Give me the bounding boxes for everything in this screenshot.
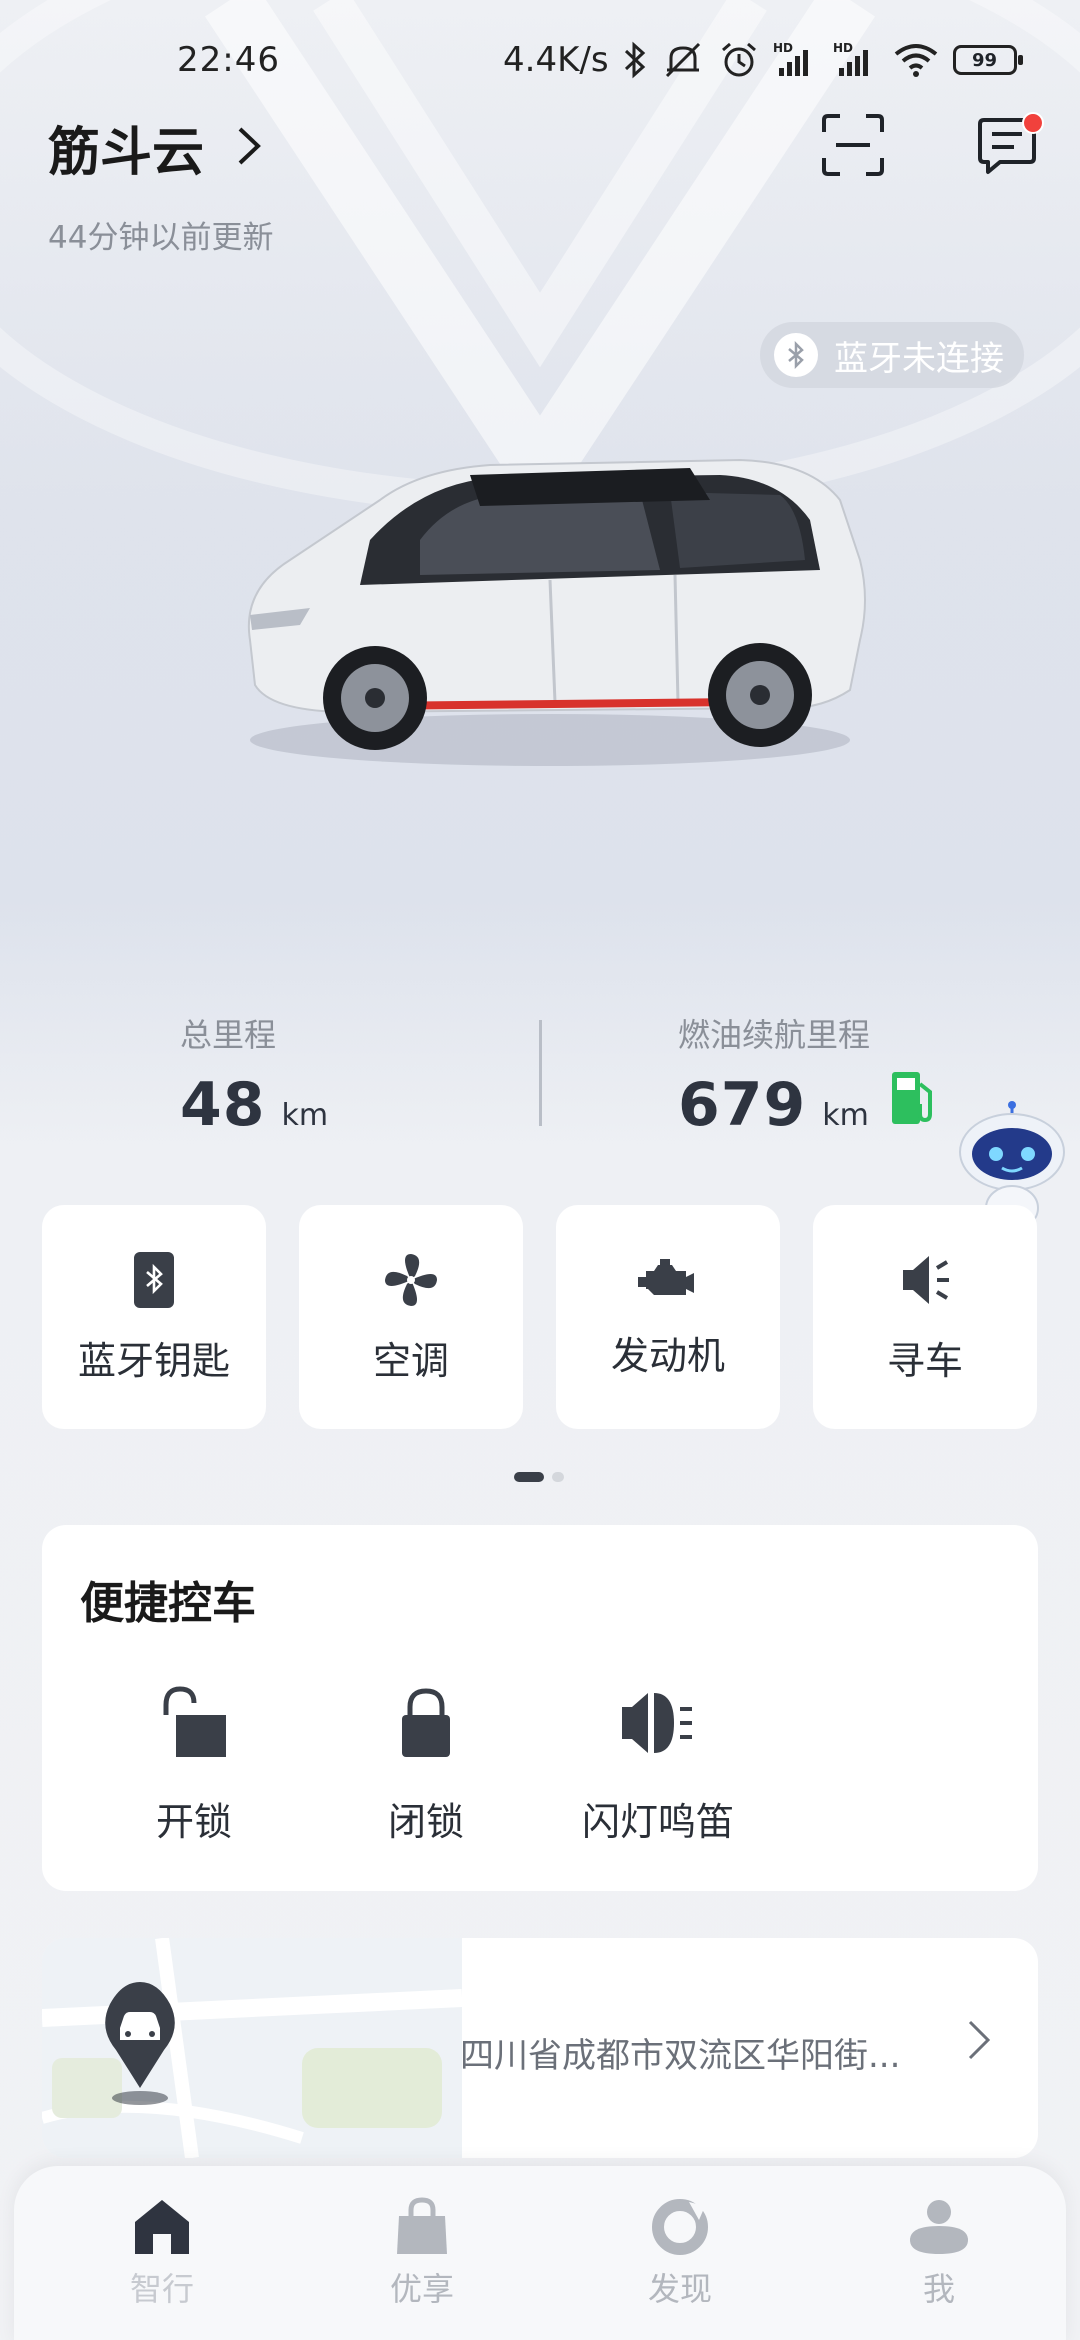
quick-control-card: 便捷控车 开锁 闭锁 闪灯鸣笛	[42, 1525, 1038, 1891]
fan-icon	[385, 1253, 437, 1306]
svg-text:HD: HD	[833, 41, 853, 55]
update-time: 44分钟以前更新	[48, 220, 274, 256]
car-image[interactable]	[220, 440, 880, 780]
nav-tab-me[interactable]: 我	[859, 2196, 1019, 2310]
mute-icon	[661, 40, 705, 80]
nav-tab-benefits[interactable]: 优享	[342, 2196, 502, 2310]
quick-engine[interactable]: 发动机	[556, 1205, 780, 1429]
bluetooth-key-icon	[134, 1251, 174, 1308]
shopping-bag-icon	[397, 2197, 447, 2254]
discover-icon	[652, 2199, 708, 2255]
total-mileage: 总里程 48 km	[180, 1010, 328, 1140]
quick-find-car-label: 寻车	[886, 1338, 963, 1383]
quick-air-conditioner[interactable]: 空调	[299, 1205, 523, 1429]
bottom-navigation: 智行 优享 发现 我	[14, 2166, 1066, 2340]
location-pin-icon	[90, 1976, 190, 2116]
bluetooth-icon	[774, 333, 818, 377]
chevron-right-icon	[966, 2018, 992, 2066]
svg-text:HD: HD	[773, 41, 793, 55]
fuel-range-unit: km	[822, 1098, 869, 1133]
bluetooth-icon	[623, 40, 647, 80]
page-indicator	[514, 1472, 564, 1482]
bluetooth-status-label: 蓝牙未连接	[834, 338, 1004, 379]
lock-button[interactable]: 闭锁	[336, 1685, 516, 1846]
scan-icon	[822, 114, 884, 176]
engine-icon	[638, 1258, 694, 1295]
quick-engine-label: 发动机	[610, 1333, 725, 1378]
horn-icon	[903, 1255, 949, 1304]
status-time: 22:46	[177, 40, 280, 80]
nav-tab-me-label: 我	[922, 2270, 955, 2308]
vehicle-location-card[interactable]: 四川省成都市双流区华阳街...	[42, 1938, 1038, 2158]
fuel-range: 燃油续航里程 679 km	[678, 1010, 870, 1140]
page-dot	[552, 1472, 564, 1482]
total-mileage-label: 总里程	[180, 1016, 277, 1054]
bluetooth-status-chip[interactable]: 蓝牙未连接	[760, 322, 1024, 388]
fuel-range-value: 679	[678, 1070, 807, 1140]
chevron-right-icon	[234, 123, 264, 173]
location-address: 四川省成都市双流区华阳街...	[460, 2036, 901, 2076]
fuel-pump-icon	[890, 1070, 938, 1130]
flash-honk-button[interactable]: 闪灯鸣笛	[568, 1685, 748, 1846]
flash-honk-label: 闪灯鸣笛	[581, 1800, 734, 1844]
quick-bluetooth-key-label: 蓝牙钥匙	[77, 1338, 230, 1383]
nav-tab-home[interactable]: 智行	[82, 2196, 242, 2310]
quick-bluetooth-key[interactable]: 蓝牙钥匙	[42, 1205, 266, 1429]
quick-find-car[interactable]: 寻车	[813, 1205, 1037, 1429]
quick-control-title: 便捷控车	[80, 1578, 256, 1629]
notification-badge	[1022, 112, 1044, 134]
wifi-icon	[893, 40, 939, 80]
quick-air-conditioner-label: 空调	[372, 1338, 449, 1383]
flash-honk-icon	[622, 1693, 692, 1753]
status-icons: 4.4K/s HD HD 99	[503, 38, 1023, 82]
lock-icon	[402, 1688, 450, 1757]
unlock-label: 开锁	[155, 1800, 232, 1844]
signal-2-icon: HD	[833, 40, 879, 80]
person-icon	[910, 2200, 968, 2254]
alarm-icon	[719, 40, 759, 80]
fuel-range-label: 燃油续航里程	[678, 1016, 871, 1054]
network-speed: 4.4K/s	[503, 40, 609, 80]
quick-actions: 蓝牙钥匙 空调 发动机 寻车	[42, 1205, 1037, 1429]
nav-tab-discover-label: 发现	[647, 2270, 712, 2308]
total-mileage-unit: km	[281, 1098, 329, 1133]
nav-tab-benefits-label: 优享	[389, 2270, 454, 2308]
total-mileage-value: 48	[180, 1070, 266, 1140]
vehicle-title-row[interactable]: 筋斗云	[48, 110, 264, 185]
scan-button[interactable]	[820, 112, 886, 178]
page-dot-active	[514, 1472, 544, 1482]
signal-1-icon: HD	[773, 40, 819, 80]
nav-tab-discover[interactable]: 发现	[600, 2196, 760, 2310]
battery-icon: 99	[952, 45, 1023, 75]
lock-label: 闭锁	[387, 1800, 464, 1844]
nav-tab-home-label: 智行	[129, 2270, 194, 2308]
home-icon	[135, 2200, 189, 2254]
unlock-button[interactable]: 开锁	[104, 1685, 284, 1846]
status-bar: 22:46 4.4K/s HD HD 99	[0, 0, 1080, 120]
vehicle-name: 筋斗云	[48, 123, 205, 183]
unlock-icon	[163, 1686, 226, 1757]
stats-divider	[539, 1020, 542, 1126]
